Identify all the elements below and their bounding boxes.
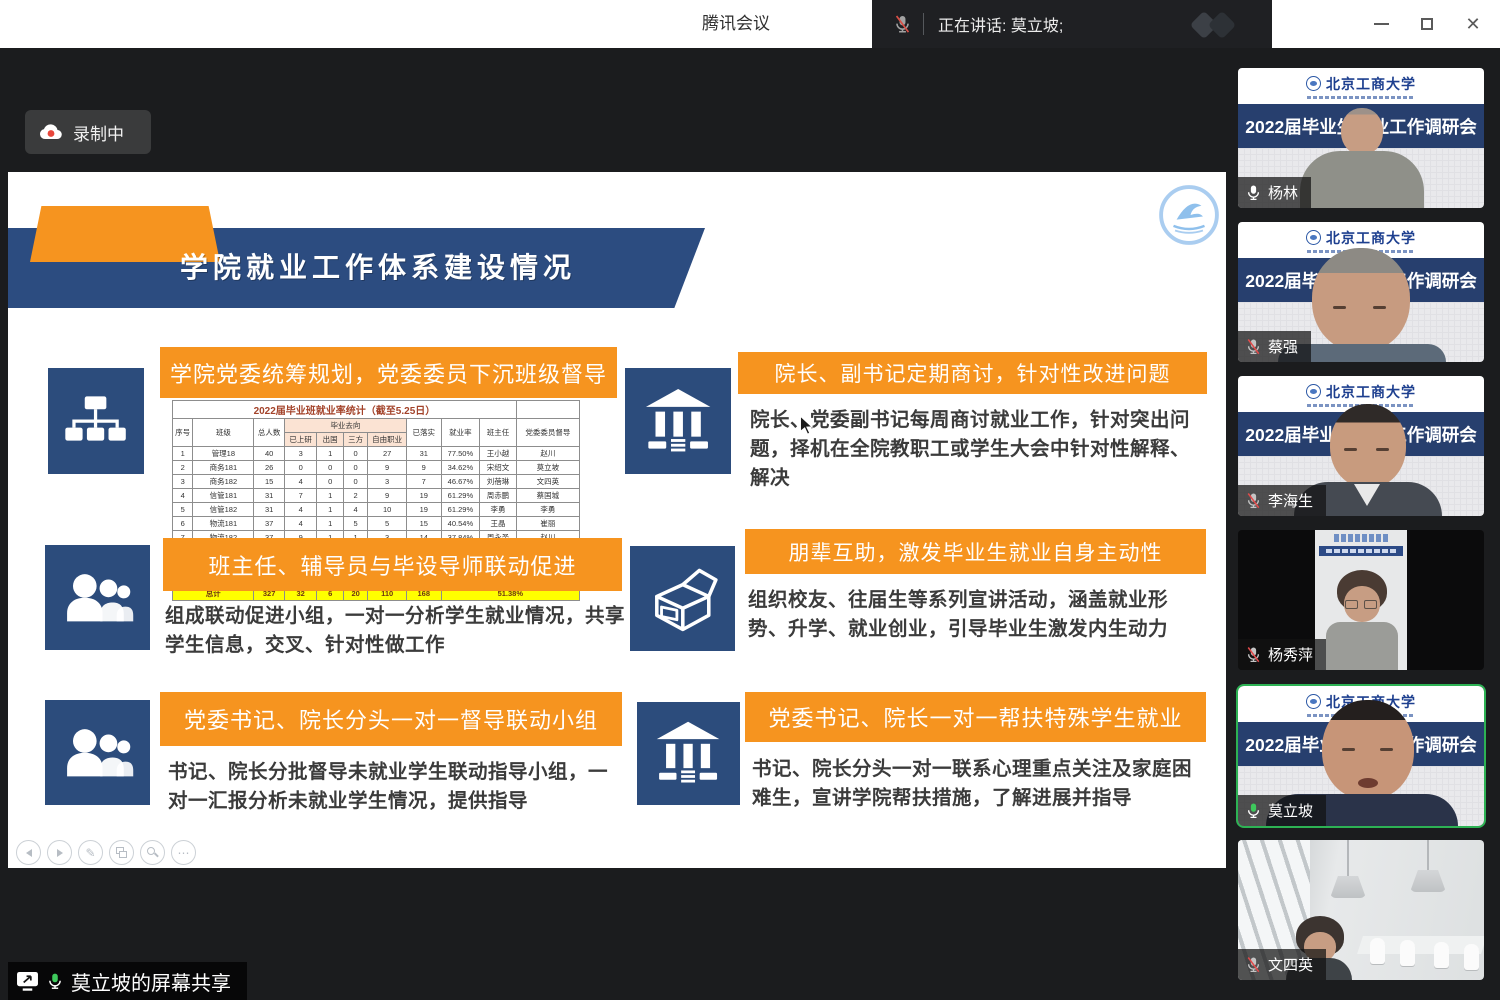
speaking-text: 正在讲话: 莫立坡; <box>938 12 1063 36</box>
maximize-button[interactable] <box>1418 15 1436 33</box>
section-2-header: 院长、副书记定期商讨，针对性改进问题 <box>738 352 1207 394</box>
video-tile-3[interactable]: 北京工商大学 2022届毕业生就业工作调研会 李海生 <box>1238 376 1484 516</box>
participant-name-tag: 文四英 <box>1238 949 1326 980</box>
recording-cloud-icon <box>39 123 63 141</box>
pendant-lamp-icon <box>1410 840 1446 892</box>
recording-badge[interactable]: 录制中 <box>25 110 151 154</box>
speaking-indicator: 正在讲话: 莫立坡; <box>872 0 1272 48</box>
participant-name: 莫立坡 <box>1268 800 1313 821</box>
zoom-icon <box>140 840 165 865</box>
university-logo-icon <box>1306 384 1321 399</box>
participant-name-tag: 蔡强 <box>1238 331 1311 362</box>
share-label-text: 莫立坡的屏幕共享 <box>71 967 231 996</box>
minimize-button[interactable] <box>1372 15 1390 33</box>
mini-banner <box>1319 546 1403 556</box>
section-3-body: 组成联动促进小组，一对一分析学生就业情况，共享学生信息，交叉、针对性做工作 <box>165 602 625 660</box>
app-title: 腾讯会议 <box>702 0 770 48</box>
participant-name-tag: 杨林 <box>1238 177 1311 208</box>
participant-name: 文四英 <box>1268 954 1313 975</box>
mouse-cursor <box>800 416 815 435</box>
chair <box>1464 944 1479 970</box>
college-logo-icon <box>1158 184 1220 246</box>
participant-name-tag: 莫立坡 <box>1238 795 1326 826</box>
recording-label: 录制中 <box>73 120 124 145</box>
muted-mic-icon <box>894 14 911 35</box>
section-6-header: 党委书记、院长一对一帮扶特殊学生就业 <box>745 692 1206 742</box>
chair <box>1400 940 1415 966</box>
section-5-body: 书记、院长分批督导未就业学生联动指导小组，一对一汇报分析未就业学生情况，提供指导 <box>168 758 626 816</box>
video-tile-2[interactable]: 北京工商大学 2022届毕业生就业工作调研会 蔡强 <box>1238 222 1484 362</box>
share-mic-icon <box>47 972 63 991</box>
participant-name: 杨林 <box>1268 182 1298 203</box>
university-logo-icon <box>1306 230 1321 245</box>
chair <box>1434 942 1449 968</box>
screen-share-icon <box>16 971 39 991</box>
section-1-header: 学院党委统筹规划，党委委员下沉班级督导 <box>160 347 617 398</box>
slide-title: 学院就业工作体系建设情况 <box>180 246 576 286</box>
university-name: 北京工商大学 <box>1326 228 1416 248</box>
people-group-icon <box>45 700 150 805</box>
video-tile-1[interactable]: 北京工商大学 2022届毕业生就业工作调研会 杨林 <box>1238 68 1484 208</box>
section-5-header: 党委书记、院长分头一对一督导联动小组 <box>160 692 622 746</box>
mini-logo-line <box>1334 534 1388 542</box>
open-box-icon <box>630 546 735 651</box>
close-button[interactable]: ✕ <box>1464 15 1482 33</box>
section-6-body: 书记、院长分头一对一联系心理重点关注及家庭困难生，宣讲学院帮扶措施，了解进展并指… <box>752 755 1202 813</box>
participant-name-tag: 李海生 <box>1238 485 1326 516</box>
people-group-icon <box>45 545 150 650</box>
chair <box>1370 938 1385 964</box>
participant-name: 杨秀萍 <box>1268 644 1313 665</box>
more-options-icon: ⋯ <box>171 840 196 865</box>
video-tile-6[interactable]: 文四英 <box>1238 840 1484 980</box>
participant-name: 李海生 <box>1268 490 1313 511</box>
university-name: 北京工商大学 <box>1326 74 1416 94</box>
section-3-header: 班主任、辅导员与毕设导师联动促进 <box>163 538 622 591</box>
video-tile-5[interactable]: 北京工商大学 2022届毕业生就业工作调研会 莫立坡 <box>1238 686 1484 826</box>
previous-slide-icon <box>16 840 41 865</box>
university-name: 北京工商大学 <box>1326 382 1416 402</box>
screen-share-label: 莫立坡的屏幕共享 <box>8 962 247 1000</box>
pen-icon: ✎ <box>78 840 103 865</box>
bank-icon <box>637 702 740 805</box>
video-tile-4[interactable]: 杨秀萍 <box>1238 530 1484 670</box>
bank-icon <box>625 368 731 474</box>
slide-sorter-icon <box>109 840 134 865</box>
section-2-body: 院长、党委副书记每周商讨就业工作，针对突出问题，择机在全院教职工或学生大会中针对… <box>750 406 1202 493</box>
participant-name: 蔡强 <box>1268 336 1298 357</box>
next-slide-icon <box>47 840 72 865</box>
participant-name-tag: 杨秀萍 <box>1238 639 1326 670</box>
divider <box>923 13 924 35</box>
section-4-body: 组织校友、往届生等系列宣讲活动，涵盖就业形势、升学、就业创业，引导毕业生激发内生… <box>748 586 1200 644</box>
section-4-header: 朋辈互助，激发毕业生就业自身主动性 <box>745 529 1206 574</box>
meeting-logo-icon <box>1186 12 1250 38</box>
org-chart-icon <box>48 368 144 474</box>
university-logo-icon <box>1306 694 1321 709</box>
window-titlebar: 腾讯会议 正在讲话: 莫立坡; ✕ <box>0 0 1500 48</box>
university-logo-icon <box>1306 76 1321 91</box>
presenter-toolbar: ✎ ⋯ <box>16 840 196 865</box>
shared-screen: 学院就业工作体系建设情况 学院党委统筹规划，党委委员下沉班级督导 2022届毕业… <box>8 172 1226 868</box>
pendant-lamp-icon <box>1330 840 1366 898</box>
